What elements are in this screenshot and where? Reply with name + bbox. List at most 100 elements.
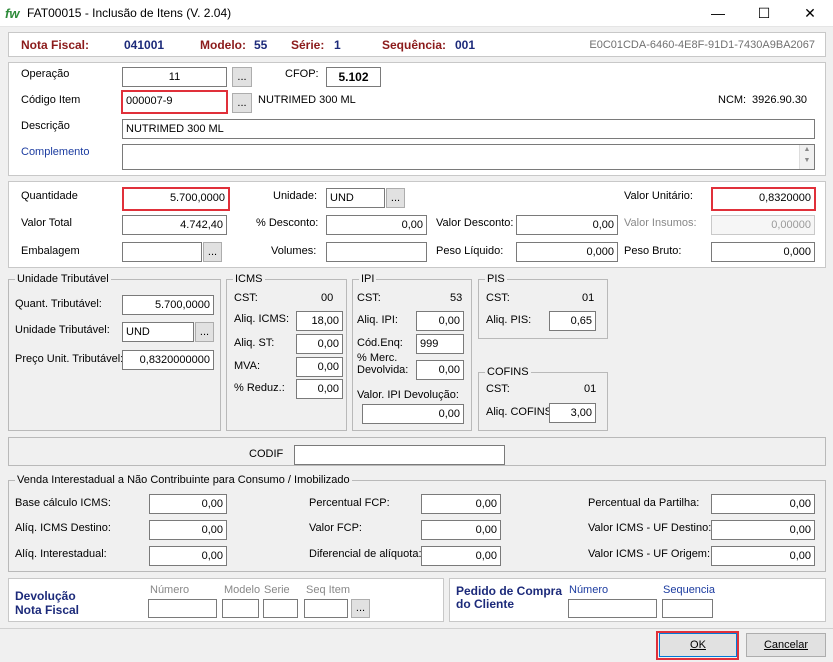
- maximize-icon[interactable]: ☐: [741, 0, 787, 27]
- quantidade-highlight: [122, 187, 230, 211]
- desconto-pct-label: % Desconto:: [256, 217, 319, 229]
- unidade-input[interactable]: UND: [326, 188, 385, 208]
- venda-interestadual-title: Venda Interestadual a Não Contribuinte p…: [15, 474, 352, 486]
- icms-aliq-st-input[interactable]: 0,00: [296, 334, 343, 354]
- codif-input[interactable]: [294, 445, 505, 465]
- nf-label: Nota Fiscal:: [21, 38, 90, 52]
- volumes-input[interactable]: [326, 242, 427, 262]
- ipi-devolucao-label: Valor. IPI Devolução:: [357, 389, 459, 401]
- operacao-input[interactable]: 11: [122, 67, 227, 87]
- quant-tributavel-input[interactable]: 5.700,0000: [122, 295, 214, 315]
- complemento-scrollbar[interactable]: ▲ ▼: [799, 145, 814, 169]
- complemento-textarea[interactable]: [122, 144, 815, 170]
- peso-bruto-input[interactable]: 0,000: [711, 242, 815, 262]
- icms-aliq-input[interactable]: 18,00: [296, 311, 343, 331]
- descricao-label: Descrição: [21, 120, 70, 132]
- unidade-tributavel-lookup-button[interactable]: ...: [195, 322, 214, 342]
- valor-icms-uf-destino-label: Valor ICMS - UF Destino:: [588, 522, 712, 534]
- diferencial-aliquota-input[interactable]: 0,00: [421, 546, 501, 566]
- operacao-lookup-button[interactable]: ...: [232, 67, 252, 87]
- codif-label: CODIF: [249, 448, 284, 460]
- pedido-numero-label: Número: [569, 584, 609, 596]
- peso-liquido-label: Peso Líquido:: [436, 245, 504, 257]
- codigo-item-description: NUTRIMED 300 ML: [258, 94, 356, 106]
- icms-reduz-label: % Reduz.:: [234, 382, 285, 394]
- cofins-aliq-input[interactable]: 3,00: [549, 403, 596, 423]
- percentual-fcp-input[interactable]: 0,00: [421, 494, 501, 514]
- pedido-compra-title-line2: do Cliente: [456, 597, 515, 611]
- valor-desconto-input[interactable]: 0,00: [516, 215, 618, 235]
- devolucao-title-line2: Nota Fiscal: [15, 603, 80, 617]
- devolucao-seq-item-label: Seq Item: [306, 584, 351, 596]
- aliq-icms-destino-label: Alíq. ICMS Destino:: [15, 522, 111, 534]
- valor-insumos-input: 0,00000: [711, 215, 815, 235]
- pis-cst-label: CST:: [486, 292, 510, 304]
- unidade-tributavel-input[interactable]: UND: [122, 322, 194, 342]
- scroll-down-icon[interactable]: ▼: [800, 155, 814, 167]
- icms-reduz-input[interactable]: 0,00: [296, 379, 343, 399]
- desconto-pct-input[interactable]: 0,00: [326, 215, 427, 235]
- icms-title: ICMS: [233, 273, 265, 285]
- operacao-label: Operação: [21, 68, 70, 80]
- ipi-aliq-input[interactable]: 0,00: [416, 311, 464, 331]
- nf-value: 041001: [124, 38, 165, 52]
- preco-unit-tributavel-label: Preço Unit. Tributável:: [15, 353, 124, 365]
- devolucao-serie-label: Serie: [264, 584, 290, 596]
- complemento-label[interactable]: Complemento: [21, 146, 89, 158]
- devolucao-lookup-button[interactable]: ...: [351, 599, 370, 618]
- devolucao-numero-input[interactable]: [148, 599, 217, 618]
- codigo-item-highlight: [121, 90, 228, 114]
- pis-aliq-input[interactable]: 0,65: [549, 311, 596, 331]
- codigo-item-lookup-button[interactable]: ...: [232, 93, 252, 113]
- sequencia-label: Sequência:: [382, 38, 447, 52]
- app-logo: fw: [5, 6, 20, 21]
- embalagem-label: Embalagem: [21, 245, 80, 257]
- serie-label: Série:: [291, 38, 325, 52]
- valor-icms-uf-origem-input[interactable]: 0,00: [711, 546, 815, 566]
- preco-unit-tributavel-input[interactable]: 0,8320000000: [122, 350, 214, 370]
- pedido-sequencia-label: Sequencia: [663, 584, 715, 596]
- window-title: FAT00015 - Inclusão de Itens (V. 2.04): [27, 6, 232, 20]
- cfop-input[interactable]: 5.102: [326, 67, 381, 87]
- pedido-sequencia-input[interactable]: [662, 599, 713, 618]
- icms-mva-input[interactable]: 0,00: [296, 357, 343, 377]
- unidade-label: Unidade:: [273, 190, 318, 202]
- embalagem-lookup-button[interactable]: ...: [203, 242, 222, 262]
- ipi-merc-label-line2: Devolvida:: [357, 364, 409, 376]
- aliq-icms-destino-input[interactable]: 0,00: [149, 520, 227, 540]
- diferencial-aliquota-label: Diferencial de alíquota:: [309, 548, 422, 560]
- embalagem-input[interactable]: [122, 242, 202, 262]
- valor-unitario-highlight: [711, 187, 816, 211]
- close-icon[interactable]: ✕: [787, 0, 833, 27]
- ipi-cod-enq-label: Cód.Enq:: [357, 337, 403, 349]
- minimize-icon[interactable]: —: [695, 0, 741, 27]
- ncm-label: NCM:: [718, 94, 747, 106]
- pedido-numero-input[interactable]: [568, 599, 657, 618]
- descricao-input[interactable]: NUTRIMED 300 ML: [122, 119, 815, 139]
- devolucao-modelo-input[interactable]: [222, 599, 259, 618]
- ipi-merc-devolvida-input[interactable]: 0,00: [416, 360, 464, 380]
- document-header: Nota Fiscal: 041001 Modelo: 55 Série: 1 …: [8, 32, 826, 57]
- scroll-up-icon[interactable]: ▲: [800, 145, 814, 155]
- cancel-button[interactable]: Cancelar: [746, 633, 826, 657]
- peso-liquido-input[interactable]: 0,000: [516, 242, 618, 262]
- devolucao-seq-item-input[interactable]: [304, 599, 348, 618]
- icms-cst-value: 00: [321, 292, 334, 304]
- valor-total-input[interactable]: 4.742,40: [122, 215, 227, 235]
- aliq-interestadual-input[interactable]: 0,00: [149, 546, 227, 566]
- icms-cst-label: CST:: [234, 292, 258, 304]
- devolucao-serie-input[interactable]: [263, 599, 298, 618]
- aliq-interestadual-label: Alíq. Interestadual:: [15, 548, 107, 560]
- valor-insumos-label: Valor Insumos:: [624, 217, 697, 229]
- valor-icms-uf-destino-input[interactable]: 0,00: [711, 520, 815, 540]
- title-bar: fw FAT00015 - Inclusão de Itens (V. 2.04…: [0, 0, 833, 27]
- ipi-cod-enq-input[interactable]: 999: [416, 334, 464, 354]
- pis-aliq-label: Aliq. PIS:: [486, 314, 532, 326]
- valor-total-label: Valor Total: [21, 217, 72, 229]
- ipi-devolucao-input[interactable]: 0,00: [362, 404, 464, 424]
- icms-aliq-st-label: Aliq. ST:: [234, 337, 275, 349]
- unidade-lookup-button[interactable]: ...: [386, 188, 405, 208]
- percentual-partilha-input[interactable]: 0,00: [711, 494, 815, 514]
- valor-fcp-input[interactable]: 0,00: [421, 520, 501, 540]
- base-calculo-icms-input[interactable]: 0,00: [149, 494, 227, 514]
